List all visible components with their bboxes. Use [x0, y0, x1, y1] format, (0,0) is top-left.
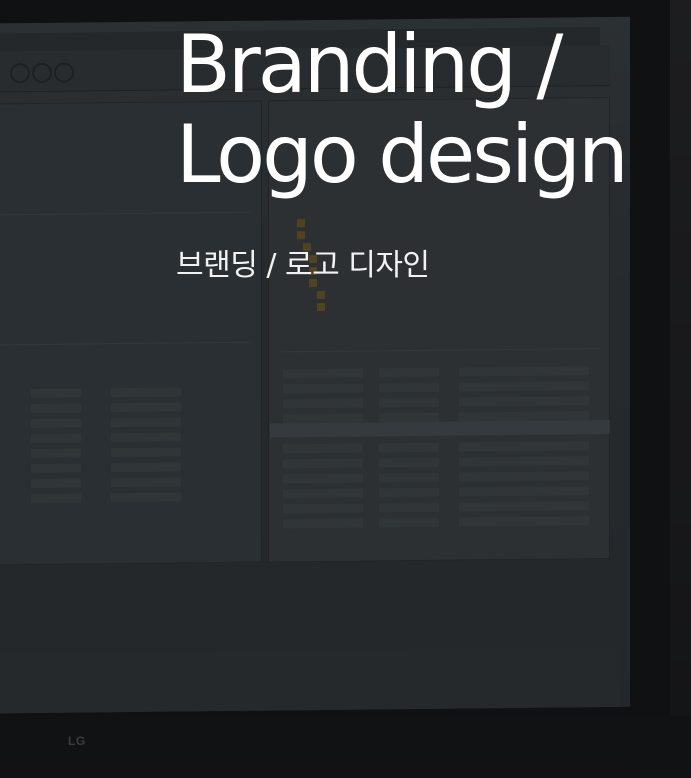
page-title-line-1: Branding / — [176, 17, 563, 111]
page-title: Branding / Logo design — [176, 17, 691, 201]
page-subtitle: 브랜딩 / 로고 디자인 — [176, 248, 430, 283]
page-title-line-2: Logo design — [176, 107, 629, 201]
